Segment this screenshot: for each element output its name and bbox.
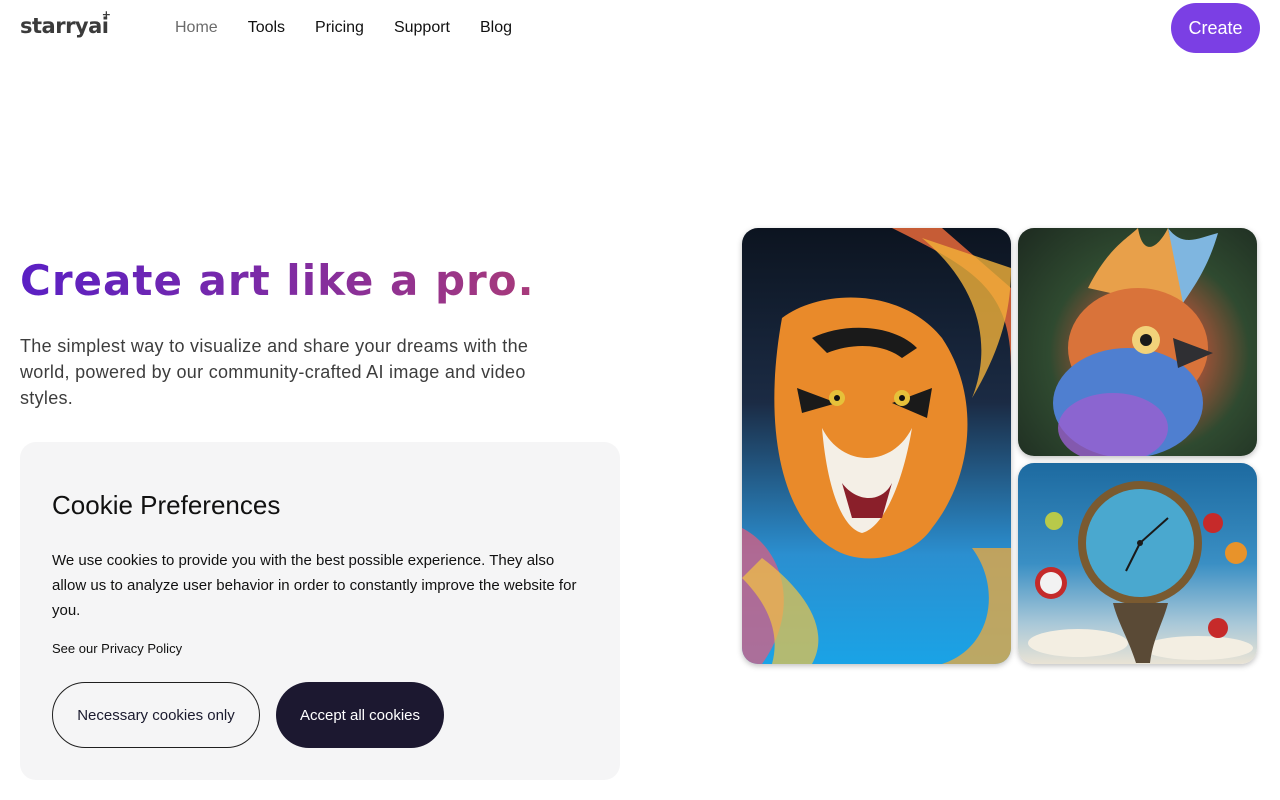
create-button[interactable]: Create bbox=[1171, 3, 1260, 53]
tiger-illustration bbox=[742, 228, 1011, 664]
nav-support[interactable]: Support bbox=[394, 18, 450, 38]
logo-star-icon: + bbox=[101, 8, 111, 21]
logo-text: starryai bbox=[20, 14, 109, 38]
gallery-image-bird[interactable] bbox=[1018, 228, 1257, 456]
accept-all-cookies-button[interactable]: Accept all cookies bbox=[276, 682, 444, 748]
gallery-image-tiger[interactable] bbox=[742, 228, 1011, 664]
nav-home[interactable]: Home bbox=[175, 18, 218, 38]
nav-tools[interactable]: Tools bbox=[248, 18, 285, 38]
gallery-image-clock[interactable] bbox=[1018, 463, 1257, 664]
privacy-policy-line: See our Privacy Policy bbox=[52, 641, 182, 656]
nav-blog[interactable]: Blog bbox=[480, 18, 512, 38]
hero-subtitle: The simplest way to visualize and share … bbox=[20, 336, 529, 408]
bird-illustration bbox=[1053, 228, 1218, 456]
main-nav: Home Tools Pricing Support Blog bbox=[175, 18, 542, 38]
cookie-title: Cookie Preferences bbox=[52, 490, 281, 520]
cookie-preferences-panel: Cookie Preferences We use cookies to pro… bbox=[20, 442, 620, 780]
privacy-policy-link[interactable]: Privacy Policy bbox=[101, 641, 182, 656]
starryai-logo[interactable]: starryai + bbox=[20, 8, 111, 38]
hero-title: Create art like a pro. bbox=[20, 256, 535, 305]
nav-pricing[interactable]: Pricing bbox=[315, 18, 364, 38]
cookie-description: We use cookies to provide you with the b… bbox=[52, 552, 577, 619]
clock-illustration bbox=[1028, 481, 1253, 663]
necessary-cookies-button[interactable]: Necessary cookies only bbox=[52, 682, 260, 748]
policy-prefix: See our bbox=[52, 641, 102, 656]
site-header: starryai + Home Tools Pricing Support Bl… bbox=[0, 0, 1280, 56]
